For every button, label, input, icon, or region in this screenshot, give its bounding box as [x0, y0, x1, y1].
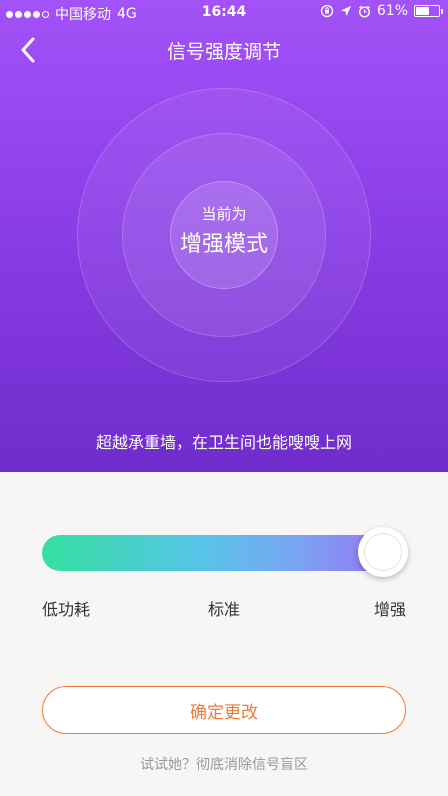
battery-fill: [416, 7, 429, 15]
battery-icon: [414, 5, 443, 17]
rotation-lock-icon: [320, 4, 334, 18]
slider-label-enhanced: 增强: [373, 600, 406, 619]
signal-booster-link[interactable]: 试试她？彻底消除信号盲区: [0, 754, 448, 774]
mode-description: 超越承重墙，在卫生间也能嗖嗖上网: [95, 433, 352, 452]
page-title: 信号强度调节: [166, 41, 281, 63]
signal-mode-slider[interactable]: [42, 535, 406, 571]
status-bar: 中国移动 4G 16:44 61%: [0, 0, 448, 24]
status-right: 61%: [320, 3, 443, 19]
confirm-change-button[interactable]: 确定更改: [42, 686, 406, 734]
confirm-change-label: 确定更改: [190, 702, 258, 723]
alarm-icon: [358, 5, 370, 18]
battery-percent: 61%: [376, 3, 408, 19]
current-mode-label: 当前为: [201, 205, 247, 223]
slider-handle[interactable]: [358, 527, 408, 577]
location-icon: [340, 6, 351, 16]
current-mode-value: 增强模式: [179, 232, 268, 257]
hero-panel: 中国移动 4G 16:44 61% 信号强度调节 当前为 增强模式 超越承重墙，…: [0, 0, 448, 472]
